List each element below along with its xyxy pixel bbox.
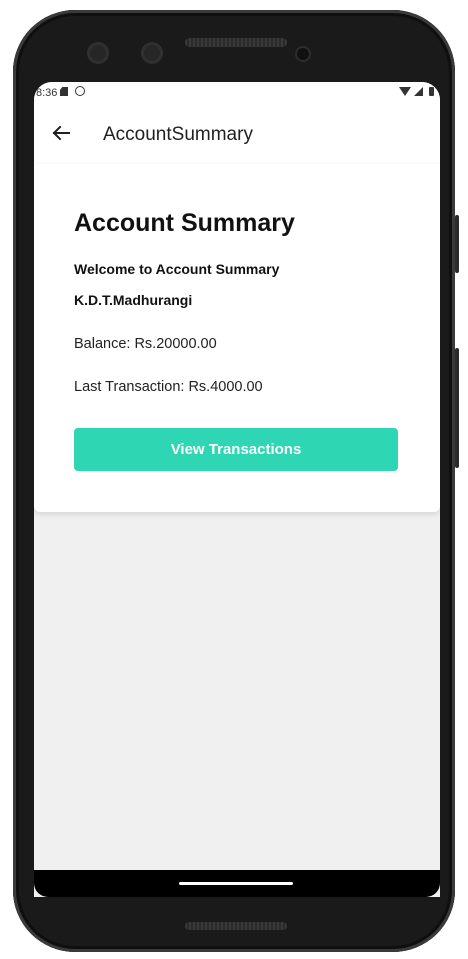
app-bar: AccountSummary [34,106,440,164]
battery-icon [429,87,434,96]
sd-card-icon [60,87,68,96]
proximity-sensor [297,48,309,60]
welcome-text: Welcome to Account Summary [74,261,280,277]
balance-text: Balance: Rs.20000.00 [74,336,217,352]
status-bar: 8:36 [34,82,440,106]
navigation-bar [34,870,440,897]
home-indicator[interactable] [179,882,293,885]
front-camera-icon [141,42,163,64]
bottom-speaker [185,922,287,930]
arrow-left-icon [52,125,70,141]
view-transactions-button[interactable]: View Transactions [74,428,398,471]
status-icons [399,87,434,96]
power-button [455,215,459,273]
wifi-icon [399,87,411,96]
earpiece-speaker [185,38,287,47]
user-name: K.D.T.Madhurangi [74,292,193,308]
page-title: Account Summary [74,209,295,237]
signal-icon [414,87,423,96]
front-camera-icon [87,42,109,64]
app-bar-title: AccountSummary [103,124,253,145]
volume-button [455,348,459,468]
status-time: 8:36 [36,87,58,99]
back-button[interactable] [48,120,74,146]
last-transaction-text: Last Transaction: Rs.4000.00 [74,379,263,395]
screen: 8:36 AccountSummary Account Summary Welc… [34,82,440,897]
sync-icon [75,86,85,96]
account-summary-card: Account Summary Welcome to Account Summa… [34,164,440,512]
